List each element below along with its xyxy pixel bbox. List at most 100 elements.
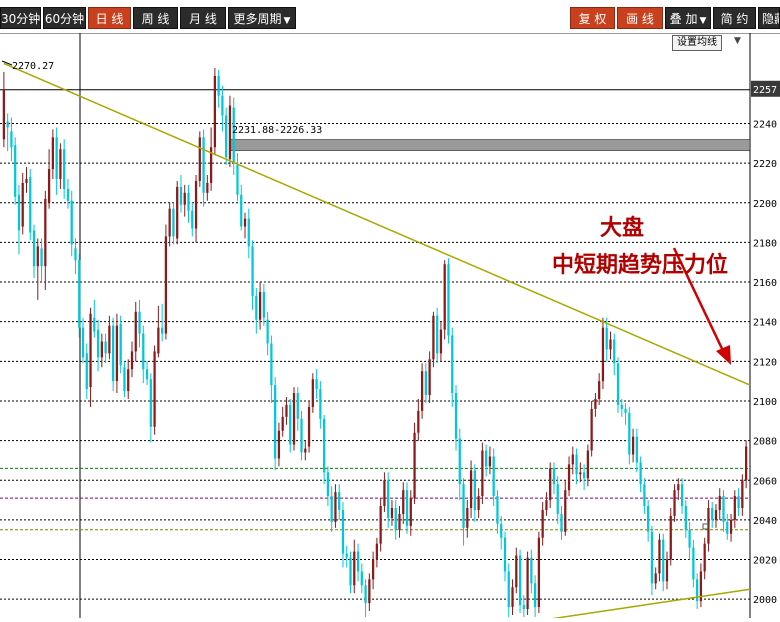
candle-body xyxy=(176,186,179,239)
candle-body xyxy=(647,506,650,532)
ma-settings-button[interactable]: 设置均线 xyxy=(672,35,722,51)
support-trendline[interactable] xyxy=(550,588,751,620)
candle-body xyxy=(29,176,32,233)
candle-body xyxy=(469,470,473,508)
restore-rights-button[interactable]: 复 权 xyxy=(570,7,615,29)
candle-body xyxy=(36,246,39,267)
candle-body xyxy=(304,448,307,453)
candle-body xyxy=(10,131,13,148)
candle-body xyxy=(55,137,58,179)
tab-weekly[interactable]: 周 线 xyxy=(133,7,178,29)
candle-body xyxy=(251,246,254,296)
candle-body xyxy=(221,95,224,116)
candle-body xyxy=(364,585,367,604)
candle-body xyxy=(149,379,152,427)
arrow-head-icon xyxy=(716,345,731,365)
candle-body xyxy=(32,230,36,267)
candle-body xyxy=(115,325,119,382)
candle-body xyxy=(89,313,92,388)
chevron-down-icon: ▼ xyxy=(699,16,707,26)
candle-body xyxy=(613,339,616,364)
tab-monthly[interactable]: 月 线 xyxy=(180,7,226,29)
candle-body xyxy=(44,198,47,267)
candle-body xyxy=(500,523,503,538)
candle-body xyxy=(530,557,533,584)
candle-body xyxy=(741,480,744,508)
candle-body xyxy=(436,315,439,354)
candle-body xyxy=(213,75,217,148)
candle-body xyxy=(93,317,96,332)
candle-body xyxy=(677,484,680,491)
candle-body xyxy=(571,454,574,465)
candle-body xyxy=(112,325,115,382)
candle-body xyxy=(274,385,277,459)
candle-body xyxy=(545,500,548,510)
chevron-down-icon: ▼ xyxy=(283,16,291,26)
candle-body xyxy=(78,260,81,328)
candlestick-chart[interactable]: 2270.27 2231.88-2226.33 2257 2000 2020 2040 2… xyxy=(0,33,780,620)
candle-body xyxy=(240,194,243,227)
candle-body xyxy=(726,521,729,534)
candle-body xyxy=(157,327,160,354)
candle-body xyxy=(684,506,687,530)
candle-body xyxy=(673,490,676,516)
y-tick-label: 2100 xyxy=(753,397,777,408)
y-tick-label: 2120 xyxy=(753,357,777,368)
candle-body xyxy=(496,496,499,524)
candle-body xyxy=(522,605,525,610)
hide-button[interactable]: 隐藏 xyxy=(758,7,780,29)
candlestick-chart-area[interactable]: 2270.27 2231.88-2226.33 2257 2000 2020 2040 2… xyxy=(0,33,780,620)
chevron-down-icon[interactable]: ▼ xyxy=(734,36,741,46)
candle-body xyxy=(289,404,292,445)
candle-body xyxy=(2,89,6,140)
candle-body xyxy=(722,496,725,522)
candle-body xyxy=(714,509,718,520)
candle-body xyxy=(609,339,612,350)
draw-line-button[interactable]: 画 线 xyxy=(617,7,663,29)
candle-body xyxy=(379,506,382,544)
candle-body xyxy=(108,325,111,354)
candle-body xyxy=(451,335,454,394)
candle-body xyxy=(183,192,186,205)
candle-body xyxy=(718,496,721,510)
candle-body xyxy=(473,470,476,510)
candle-body xyxy=(424,371,427,396)
candle-body xyxy=(711,508,714,520)
candle-body xyxy=(160,327,164,334)
tab-60min[interactable]: 60分钟 xyxy=(43,7,86,29)
candle-body xyxy=(428,359,431,396)
candle-body xyxy=(25,178,28,183)
candle-body xyxy=(119,323,122,366)
tab-30min[interactable]: 30分钟 xyxy=(0,7,41,29)
candle-body xyxy=(247,218,250,247)
candle-body xyxy=(74,248,77,261)
y-tick-label: 2060 xyxy=(753,476,777,487)
candle-body xyxy=(59,149,62,179)
candle-body xyxy=(104,341,107,354)
candle-body xyxy=(153,351,156,427)
high-price-label: 2270.27 xyxy=(12,61,54,72)
candle-body xyxy=(123,367,126,392)
overlay-dropdown[interactable]: 叠 加 ▼ xyxy=(665,7,711,29)
candle-body xyxy=(371,559,375,580)
candle-body xyxy=(564,490,567,532)
simple-button[interactable]: 简 约 xyxy=(713,7,756,29)
toolbar: 30分钟 60分钟 日 线 周 线 月 线 更多周期 ▼ 复 权 画 线 叠 加 ▼… xyxy=(0,0,780,34)
more-periods-dropdown[interactable]: 更多周期 ▼ xyxy=(228,7,296,29)
candle-body xyxy=(650,531,654,584)
y-tick-label: 2080 xyxy=(753,437,777,448)
candle-body xyxy=(443,264,446,330)
candle-body xyxy=(598,381,601,399)
candle-body xyxy=(402,490,405,514)
candle-body xyxy=(409,498,412,526)
candle-body xyxy=(168,208,171,237)
candle-body xyxy=(654,573,657,584)
candle-body xyxy=(590,408,593,451)
candle-body xyxy=(66,188,70,201)
candle-body xyxy=(345,553,348,558)
candle-body xyxy=(277,430,281,459)
candle-body xyxy=(387,480,390,518)
candle-body xyxy=(643,484,646,507)
tab-daily[interactable]: 日 线 xyxy=(88,7,131,29)
candle-body xyxy=(594,398,597,409)
